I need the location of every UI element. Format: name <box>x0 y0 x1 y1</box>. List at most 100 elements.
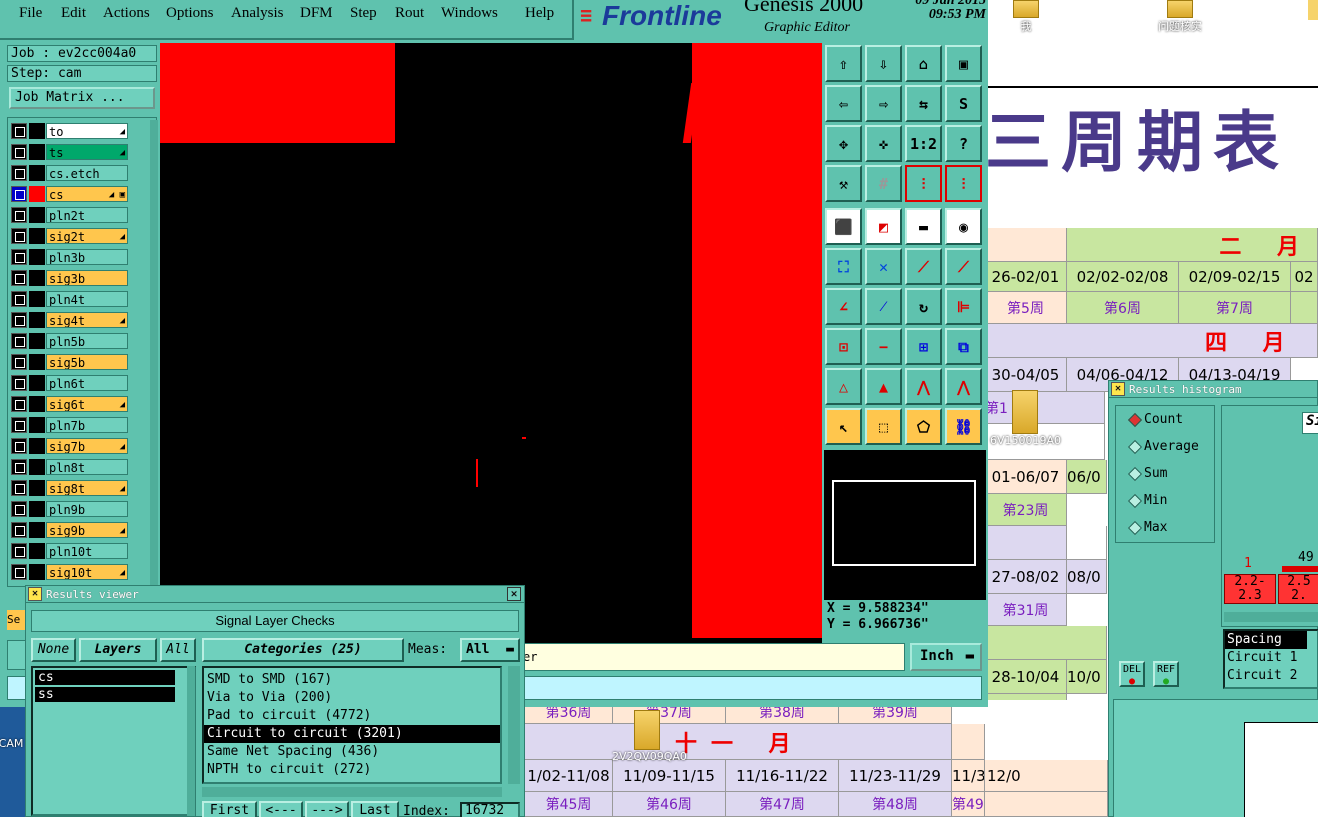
layer-name[interactable]: sig6t ◢ <box>46 396 128 412</box>
mirror-icon[interactable]: ⊫ <box>945 288 982 325</box>
menu-rout[interactable]: Rout <box>395 5 424 22</box>
menu-edit[interactable]: Edit <box>61 5 86 22</box>
zoom-home-icon[interactable]: ⇧ <box>825 45 862 82</box>
layer-display-checkbox[interactable] <box>11 291 27 307</box>
layer-display-checkbox[interactable] <box>11 333 27 349</box>
layer-color-swatch[interactable] <box>29 165 45 181</box>
layer-display-checkbox[interactable] <box>11 459 27 475</box>
desktop-icon-me[interactable]: 我 <box>999 0 1053 34</box>
layer-name[interactable]: sig7b ◢ <box>46 438 128 454</box>
close-icon[interactable]: ✕ <box>507 587 521 601</box>
aggregate-option-min[interactable]: Min <box>1128 493 1167 509</box>
desktop-icon-6v150019a0[interactable]: 6V150019A0 <box>990 390 1061 447</box>
layer-display-checkbox[interactable] <box>11 522 27 538</box>
delete-button[interactable]: DEL ● <box>1119 661 1145 687</box>
aggregate-option-count[interactable]: Count <box>1128 412 1183 428</box>
line-node-icon[interactable]: ⟋ <box>905 248 942 285</box>
triangle-up-icon[interactable]: ▲ <box>865 368 902 405</box>
layer-color-swatch[interactable] <box>29 522 45 538</box>
layer-color-swatch[interactable] <box>29 375 45 391</box>
select-poly-icon[interactable]: ⬠ <box>905 408 942 445</box>
layer-display-checkbox[interactable] <box>11 312 27 328</box>
result-layer-item[interactable]: ss <box>35 687 175 702</box>
desktop-icon-partial[interactable] <box>1308 0 1318 20</box>
angle-icon[interactable]: ∠ <box>825 288 862 325</box>
menu-help[interactable]: Help <box>525 5 554 22</box>
zoom-fit-icon[interactable]: ✥ <box>825 125 862 162</box>
layer-name[interactable]: sig4t ◢ <box>46 312 128 328</box>
rotate-icon[interactable]: ↻ <box>905 288 942 325</box>
layer-name[interactable]: pln9b <box>46 501 128 517</box>
pad-shape-icon[interactable]: ⬛ <box>825 208 862 245</box>
layer-color-swatch[interactable] <box>29 417 45 433</box>
swap-icon[interactable]: ⇆ <box>905 85 942 122</box>
job-matrix-button[interactable]: Job Matrix ... <box>9 87 155 109</box>
aggregate-option-sum[interactable]: Sum <box>1128 466 1167 482</box>
prev-button[interactable]: <--- <box>259 801 303 817</box>
layer-name[interactable]: sig3b <box>46 270 128 286</box>
legend-circuit-2[interactable]: Circuit 2 <box>1225 667 1317 685</box>
histogram-titlebar[interactable]: ✕ Results histogram <box>1109 381 1317 398</box>
polygon-icon[interactable]: ◩ <box>865 208 902 245</box>
layer-color-swatch[interactable] <box>29 291 45 307</box>
layer-name[interactable]: cs.etch <box>46 165 128 181</box>
home-icon[interactable]: ⌂ <box>905 45 942 82</box>
aggregate-option-max[interactable]: Max <box>1128 520 1167 536</box>
layers-button[interactable]: Layers <box>79 638 157 662</box>
layer-color-swatch[interactable] <box>29 270 45 286</box>
cross-icon[interactable]: ✕ <box>865 248 902 285</box>
layer-display-checkbox[interactable] <box>11 270 27 286</box>
overview-minimap[interactable] <box>824 450 986 600</box>
circle-select-icon[interactable]: ◉ <box>945 208 982 245</box>
layer-list-scrollbar[interactable] <box>187 666 195 816</box>
layer-display-checkbox[interactable] <box>11 249 27 265</box>
window-icon[interactable]: ▣ <box>945 45 982 82</box>
category-item[interactable]: NPTH to circuit (272) <box>204 761 500 779</box>
bin-label[interactable]: 2.2- 2.3 <box>1224 574 1276 604</box>
histogram-tab[interactable]: Si <box>1302 412 1318 434</box>
layer-color-swatch[interactable] <box>29 312 45 328</box>
layer-color-swatch[interactable] <box>29 354 45 370</box>
line-end-icon[interactable]: ⟋ <box>945 248 982 285</box>
layer-name[interactable]: cs ◢ ▣ <box>46 186 128 202</box>
layer-name[interactable]: sig9b ◢ <box>46 522 128 538</box>
layer-color-swatch[interactable] <box>29 459 45 475</box>
layer-color-swatch[interactable] <box>29 186 45 202</box>
layer-display-checkbox[interactable] <box>11 165 27 181</box>
window-menu-icon[interactable]: ✕ <box>1111 382 1125 396</box>
menu-analysis[interactable]: Analysis <box>231 5 284 22</box>
layer-name[interactable]: pln5b <box>46 333 128 349</box>
layer-display-checkbox[interactable] <box>11 438 27 454</box>
pan-right-icon[interactable]: ⇨ <box>865 85 902 122</box>
help-icon[interactable]: ? <box>945 125 982 162</box>
layer-name[interactable]: pln8t <box>46 459 128 475</box>
legend-circuit-1[interactable]: Circuit 1 <box>1225 649 1317 667</box>
layer-display-checkbox[interactable] <box>11 543 27 559</box>
layer-name[interactable]: pln10t <box>46 543 128 559</box>
layer-display-checkbox[interactable] <box>11 186 27 202</box>
connect-icon[interactable]: ⛶ <box>825 248 862 285</box>
zoom-1to2-icon[interactable]: 1:2 <box>905 125 942 162</box>
graphics-canvas[interactable] <box>160 43 822 643</box>
menu-actions[interactable]: Actions <box>103 5 150 22</box>
window-menu-icon[interactable]: ✕ <box>28 587 42 601</box>
layer-color-swatch[interactable] <box>29 564 45 580</box>
layer-name[interactable]: pln2t <box>46 207 128 223</box>
layer-color-swatch[interactable] <box>29 501 45 517</box>
layer-color-swatch[interactable] <box>29 333 45 349</box>
net-highlight-icon[interactable]: ⫶ <box>905 165 942 202</box>
ruler-icon[interactable]: ▬ <box>905 208 942 245</box>
triangle-small-icon[interactable]: △ <box>825 368 862 405</box>
histogram-hscrollbar[interactable] <box>1224 612 1318 622</box>
layer-name[interactable]: pln4t <box>46 291 128 307</box>
category-list[interactable]: SMD to SMD (167) Via to Via (200) Pad to c… <box>202 666 502 784</box>
menu-windows[interactable]: Windows <box>441 5 498 22</box>
menu-file[interactable]: File <box>19 5 42 22</box>
pointer-icon[interactable]: ↖ <box>825 408 862 445</box>
layer-display-checkbox[interactable] <box>11 123 27 139</box>
minus-icon[interactable]: − <box>865 328 902 365</box>
index-field[interactable]: 16732 <box>460 802 520 817</box>
layer-name[interactable]: to ◢ <box>46 123 128 139</box>
category-item[interactable]: Circuit to circuit (3201) <box>204 725 500 743</box>
layer-color-swatch[interactable] <box>29 543 45 559</box>
